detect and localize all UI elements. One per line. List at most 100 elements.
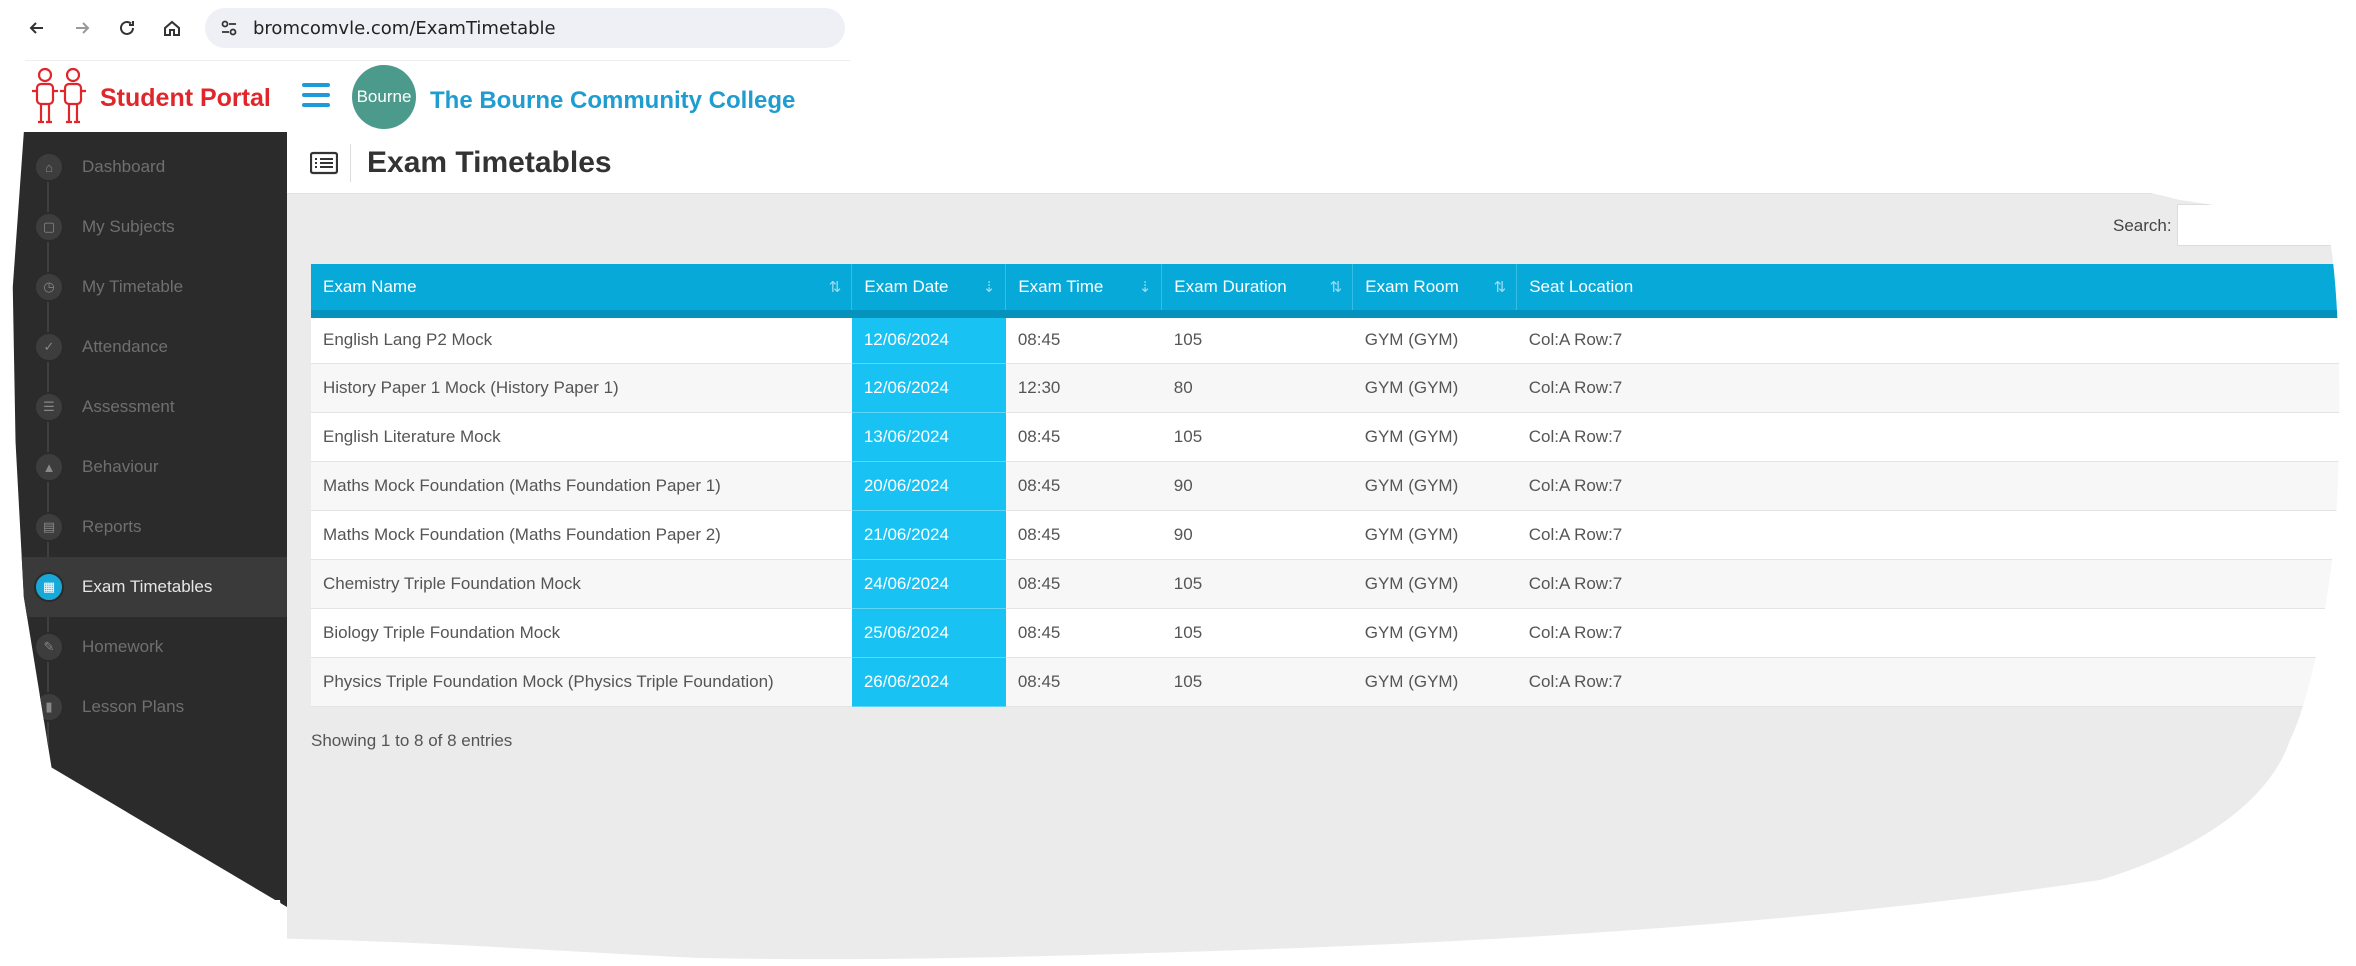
column-header-exam-room[interactable]: Exam Room ⇅ [1352, 264, 1518, 318]
cell-seat-location: Col:A Row:7 [1516, 314, 2356, 364]
portal-title: Student Portal [100, 84, 271, 112]
cell-exam-room: GYM (GYM) [1352, 314, 1517, 364]
table-row: Chemistry Triple Foundation Mock 24/06/20… [311, 559, 2356, 609]
cell-exam-duration: 90 [1161, 461, 1353, 511]
college-name: The Bourne Community College [430, 87, 796, 114]
cell-exam-room: GYM (GYM) [1352, 559, 1517, 609]
sidebar-item-my-timetable[interactable]: ◷ My Timetable [13, 257, 287, 317]
sidebar-item-assessment[interactable]: ☰ Assessment [13, 377, 287, 437]
cell-exam-date: 24/06/2024 [851, 559, 1006, 609]
cell-exam-date: 26/06/2024 [851, 657, 1006, 707]
clock-icon: ◷ [34, 272, 64, 302]
cell-exam-duration: 105 [1161, 412, 1353, 462]
pencil-icon: ✎ [34, 632, 64, 662]
sidebar-item-homework[interactable]: ✎ Homework [13, 617, 287, 677]
sidebar-item-attendance[interactable]: ✓ Attendance [13, 317, 287, 377]
sidebar-item-behaviour[interactable]: ▲ Behaviour [13, 437, 287, 497]
sidebar-item-my-subjects[interactable]: ▢ My Subjects [13, 197, 287, 257]
column-header-label: Seat Location [1529, 277, 1634, 296]
cell-exam-time: 08:45 [1005, 608, 1162, 658]
sort-icon[interactable]: ⇣ [983, 278, 996, 296]
sidebar-item-lesson-plans[interactable]: ▮ Lesson Plans [13, 677, 287, 737]
column-header-exam-duration[interactable]: Exam Duration ⇅ [1161, 264, 1354, 318]
column-header-label: Exam Date [864, 277, 949, 296]
site-settings-icon[interactable] [219, 18, 239, 38]
sidebar: ⌂ Dashboard ▢ My Subjects ◷ My Timetable ✓ Atte… [12, 132, 287, 907]
cell-exam-duration: 105 [1161, 608, 1353, 658]
main-content: Exam Timetables Search: Exam Name ⇅ Exam D… [287, 132, 2356, 966]
sidebar-item-dashboard[interactable]: ⌂ Dashboard [13, 137, 287, 197]
document-icon: ▢ [34, 212, 64, 242]
cell-seat-location: Col:A Row:7 [1516, 510, 2356, 560]
sidebar-item-label: Reports [82, 517, 142, 536]
home-button[interactable] [157, 13, 187, 43]
sidebar-item-label: Lesson Plans [82, 697, 185, 716]
forward-button[interactable] [67, 13, 97, 43]
list-icon: ☰ [34, 392, 64, 422]
sidebar-item-label: Assessment [82, 397, 175, 416]
cell-exam-duration: 105 [1161, 314, 1353, 364]
cell-exam-name: Maths Mock Foundation (Maths Foundation … [311, 461, 852, 511]
cell-exam-time: 08:45 [1005, 314, 1162, 364]
cell-exam-time: 08:45 [1005, 657, 1162, 707]
college-logo-text: Bourne [356, 87, 412, 106]
table-body: English Lang P2 Mock 12/06/2024 08:45 105 GY… [311, 314, 2356, 707]
column-header-exam-name[interactable]: Exam Name ⇅ [311, 264, 853, 318]
sidebar-item-exam-timetables[interactable]: ▦ Exam Timetables [12, 557, 287, 617]
cell-exam-time: 08:45 [1005, 510, 1162, 560]
cell-exam-time: 08:45 [1005, 412, 1162, 462]
report-icon: ▤ [34, 512, 64, 542]
exam-timetable-table: Exam Name ⇅ Exam Date ⇣ Exam Time ⇣ Exam Durat… [311, 264, 2356, 707]
cell-exam-duration: 105 [1161, 559, 1353, 609]
cell-exam-name: History Paper 1 Mock (History Paper 1) [311, 363, 852, 413]
sort-icon[interactable]: ⇅ [1330, 278, 1343, 296]
cell-exam-name: Chemistry Triple Foundation Mock [311, 559, 852, 609]
check-icon: ✓ [34, 332, 64, 362]
hamburger-icon-bar [302, 103, 330, 107]
college-logo: Bourne [352, 65, 416, 129]
graduation-cap-icon: ▲ [34, 452, 64, 482]
cell-exam-date: 13/06/2024 [851, 412, 1006, 462]
home-icon: ⌂ [34, 152, 64, 182]
cell-exam-room: GYM (GYM) [1352, 363, 1517, 413]
search-input[interactable] [2177, 204, 2356, 246]
cell-exam-date: 20/06/2024 [851, 461, 1006, 511]
portal-brand[interactable]: Student Portal [25, 61, 287, 133]
table-row: Maths Mock Foundation (Maths Foundation … [311, 510, 2356, 560]
cell-exam-name: English Literature Mock [311, 412, 852, 462]
table-row: English Literature Mock 13/06/2024 08:45 10… [311, 412, 2356, 462]
sort-icon[interactable]: ⇅ [829, 278, 842, 296]
column-header-exam-date[interactable]: Exam Date ⇣ [851, 264, 1007, 318]
reload-button[interactable] [112, 13, 142, 43]
calendar-icon: ▦ [34, 572, 64, 602]
column-header-label: Exam Name [323, 277, 417, 296]
sidebar-item-label: My Timetable [82, 277, 184, 296]
cell-exam-time: 08:45 [1005, 461, 1162, 511]
students-logo-icon [32, 67, 86, 124]
sort-icon[interactable]: ⇣ [1139, 278, 1152, 296]
table-row: English Lang P2 Mock 12/06/2024 08:45 105 GY… [311, 314, 2356, 364]
column-header-label: Exam Room [1365, 277, 1459, 296]
cell-exam-name: Biology Triple Foundation Mock [311, 608, 852, 658]
back-button[interactable] [22, 13, 52, 43]
reload-icon [120, 20, 134, 35]
sidebar-item-reports[interactable]: ▤ Reports [13, 497, 287, 557]
sort-icon[interactable]: ⇅ [1494, 278, 1507, 296]
search-label: Search: [2113, 216, 2172, 235]
table-row: History Paper 1 Mock (History Paper 1) 12… [311, 363, 2356, 413]
menu-toggle-button[interactable] [302, 83, 330, 109]
hamburger-icon-bar [302, 93, 330, 97]
cell-exam-duration: 105 [1161, 657, 1353, 707]
list-icon [310, 151, 338, 175]
table-row: Physics Triple Foundation Mock (Physics … [311, 657, 2356, 707]
page-title: Exam Timetables [367, 146, 612, 179]
sidebar-item-label: My Subjects [82, 217, 175, 236]
url-text[interactable]: bromcomvle.com/ExamTimetable [253, 18, 556, 39]
column-header-seat-location[interactable]: Seat Location [1516, 264, 2356, 318]
browser-toolbar: bromcomvle.com/ExamTimetable [0, 0, 850, 58]
sidebar-item-label: Exam Timetables [82, 577, 213, 596]
address-bar[interactable]: bromcomvle.com/ExamTimetable [205, 8, 845, 48]
cell-exam-date: 12/06/2024 [851, 314, 1006, 364]
cell-exam-name: Maths Mock Foundation (Maths Foundation … [311, 510, 852, 560]
column-header-exam-time[interactable]: Exam Time ⇣ [1005, 264, 1163, 318]
